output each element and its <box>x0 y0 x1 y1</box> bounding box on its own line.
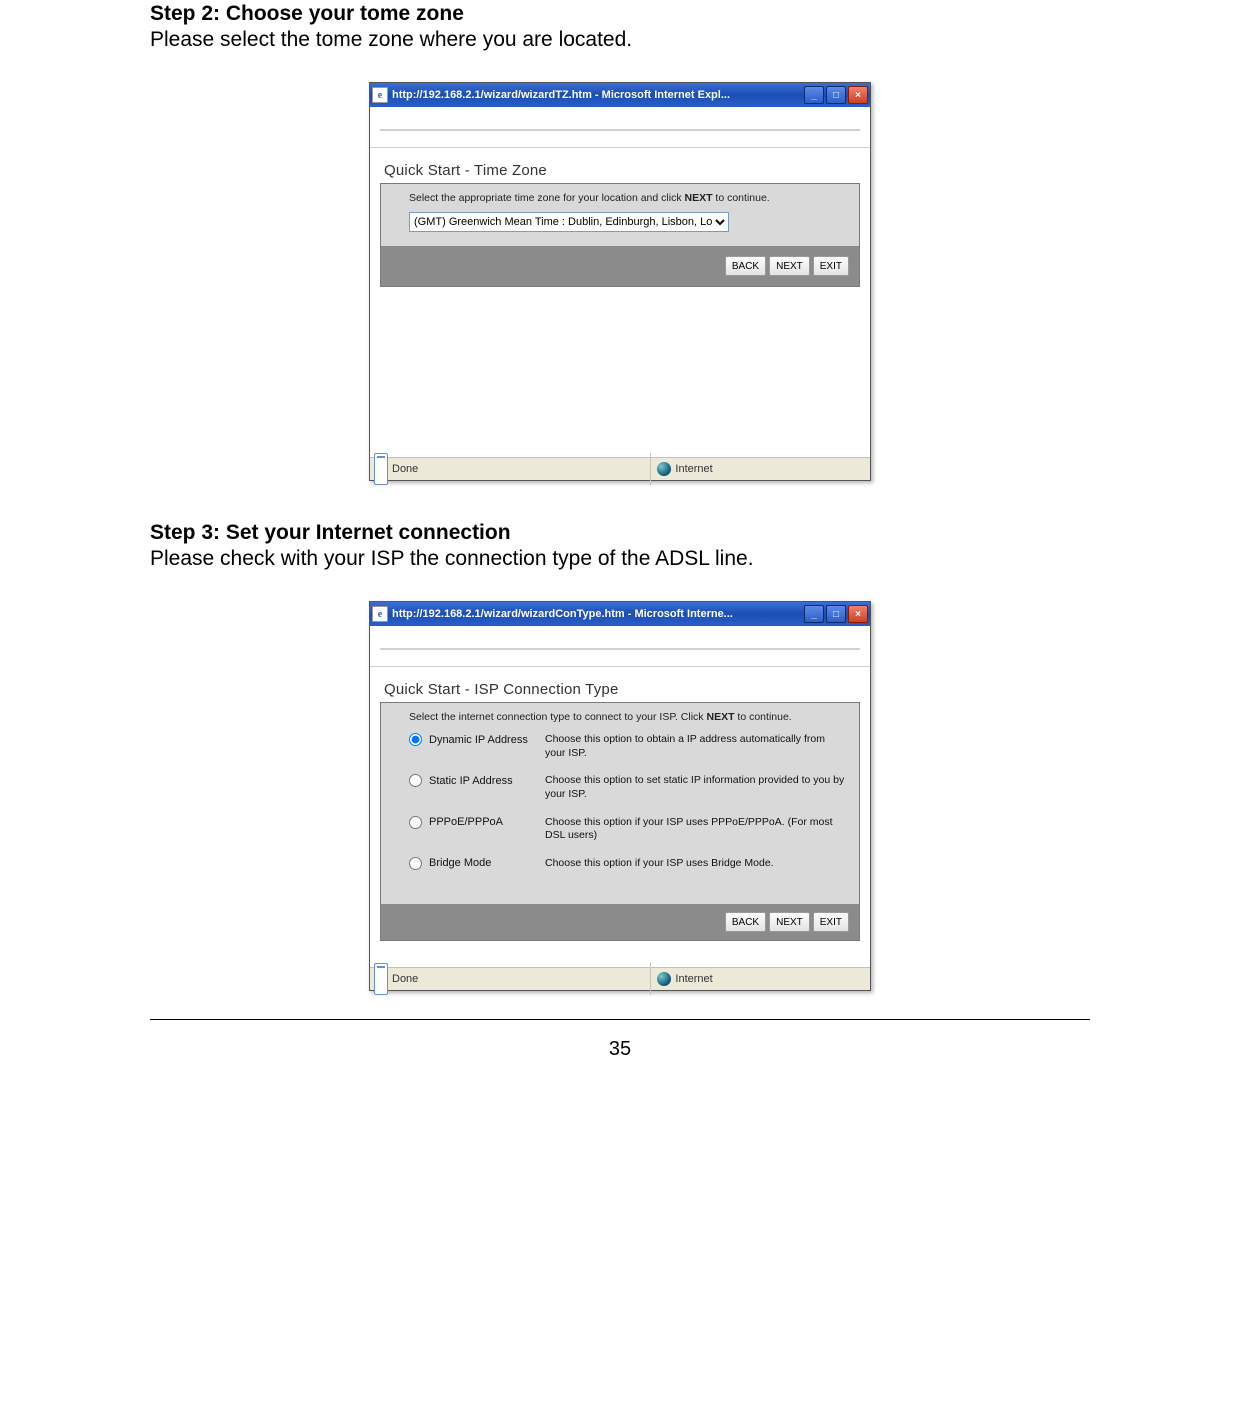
toolbar-area <box>370 107 870 148</box>
radio-dynamic-ip[interactable] <box>409 733 422 746</box>
radio-bridge[interactable] <box>409 857 422 870</box>
back-button[interactable]: BACK <box>725 912 766 932</box>
status-bar: Done Internet <box>370 967 870 990</box>
radio-static-ip[interactable] <box>409 774 422 787</box>
page-icon <box>374 453 388 485</box>
ie-icon: e <box>372 606 388 622</box>
opt-desc: Choose this option if your ISP uses PPPo… <box>545 816 847 843</box>
timezone-select[interactable]: (GMT) Greenwich Mean Time : Dublin, Edin… <box>409 212 729 232</box>
screenshot-isp: e http://192.168.2.1/wizard/wizardConTyp… <box>369 601 871 991</box>
hint-part: Select the internet connection type to c… <box>409 711 706 723</box>
hint-bold: NEXT <box>684 192 712 204</box>
screenshot-timezone: e http://192.168.2.1/wizard/wizardTZ.htm… <box>369 82 871 481</box>
opt-desc: Choose this option to obtain a IP addres… <box>545 733 847 760</box>
blank-area <box>370 287 870 457</box>
step3-title: Step 3: Set your Internet connection <box>150 521 1090 545</box>
globe-icon <box>657 972 671 986</box>
maximize-button[interactable]: □ <box>826 605 846 623</box>
opt-dynamic-ip[interactable]: Dynamic IP Address <box>409 733 539 746</box>
minimize-button[interactable]: _ <box>804 86 824 104</box>
step3-text: Please check with your ISP the connectio… <box>150 547 1090 571</box>
maximize-button[interactable]: □ <box>826 86 846 104</box>
window-title: http://192.168.2.1/wizard/wizardConType.… <box>392 608 804 620</box>
status-internet: Internet <box>675 973 712 985</box>
opt-label-text: PPPoE/PPPoA <box>429 816 503 828</box>
hint-part: to continue. <box>713 192 770 204</box>
footer-rule <box>150 1019 1090 1020</box>
status-bar: Done Internet <box>370 457 870 480</box>
globe-icon <box>657 462 671 476</box>
status-done: Done <box>392 463 418 475</box>
close-button[interactable]: × <box>848 605 868 623</box>
panel-hint: Select the internet connection type to c… <box>409 711 847 723</box>
opt-label-text: Static IP Address <box>429 775 513 787</box>
panel-title: Quick Start - ISP Connection Type <box>384 681 860 698</box>
status-done: Done <box>392 973 418 985</box>
hint-bold: NEXT <box>706 711 734 723</box>
opt-static-ip[interactable]: Static IP Address <box>409 774 539 787</box>
window-titlebar: e http://192.168.2.1/wizard/wizardTZ.htm… <box>370 83 870 107</box>
back-button[interactable]: BACK <box>725 256 766 276</box>
exit-button[interactable]: EXIT <box>813 256 849 276</box>
button-bar: BACK NEXT EXIT <box>381 904 859 940</box>
opt-label-text: Dynamic IP Address <box>429 734 528 746</box>
window-title: http://192.168.2.1/wizard/wizardTZ.htm -… <box>392 89 804 101</box>
next-button[interactable]: NEXT <box>769 256 810 276</box>
step2-text: Please select the tome zone where you ar… <box>150 28 1090 52</box>
opt-label-text: Bridge Mode <box>429 857 491 869</box>
window-titlebar: e http://192.168.2.1/wizard/wizardConTyp… <box>370 602 870 626</box>
hint-part: to continue. <box>735 711 792 723</box>
radio-pppoe[interactable] <box>409 816 422 829</box>
panel-hint: Select the appropriate time zone for you… <box>409 192 847 204</box>
hint-part: Select the appropriate time zone for you… <box>409 192 684 204</box>
page-number: 35 <box>0 1038 1240 1061</box>
panel-title: Quick Start - Time Zone <box>384 162 860 179</box>
next-button[interactable]: NEXT <box>769 912 810 932</box>
ie-icon: e <box>372 87 388 103</box>
opt-pppoe[interactable]: PPPoE/PPPoA <box>409 816 539 829</box>
minimize-button[interactable]: _ <box>804 605 824 623</box>
button-bar: BACK NEXT EXIT <box>381 246 859 286</box>
opt-desc: Choose this option to set static IP info… <box>545 774 847 801</box>
step2-title: Step 2: Choose your tome zone <box>150 2 1090 26</box>
opt-desc: Choose this option if your ISP uses Brid… <box>545 857 847 871</box>
toolbar-area <box>370 626 870 667</box>
close-button[interactable]: × <box>848 86 868 104</box>
opt-bridge[interactable]: Bridge Mode <box>409 857 539 870</box>
exit-button[interactable]: EXIT <box>813 912 849 932</box>
page-icon <box>374 963 388 995</box>
status-internet: Internet <box>675 463 712 475</box>
